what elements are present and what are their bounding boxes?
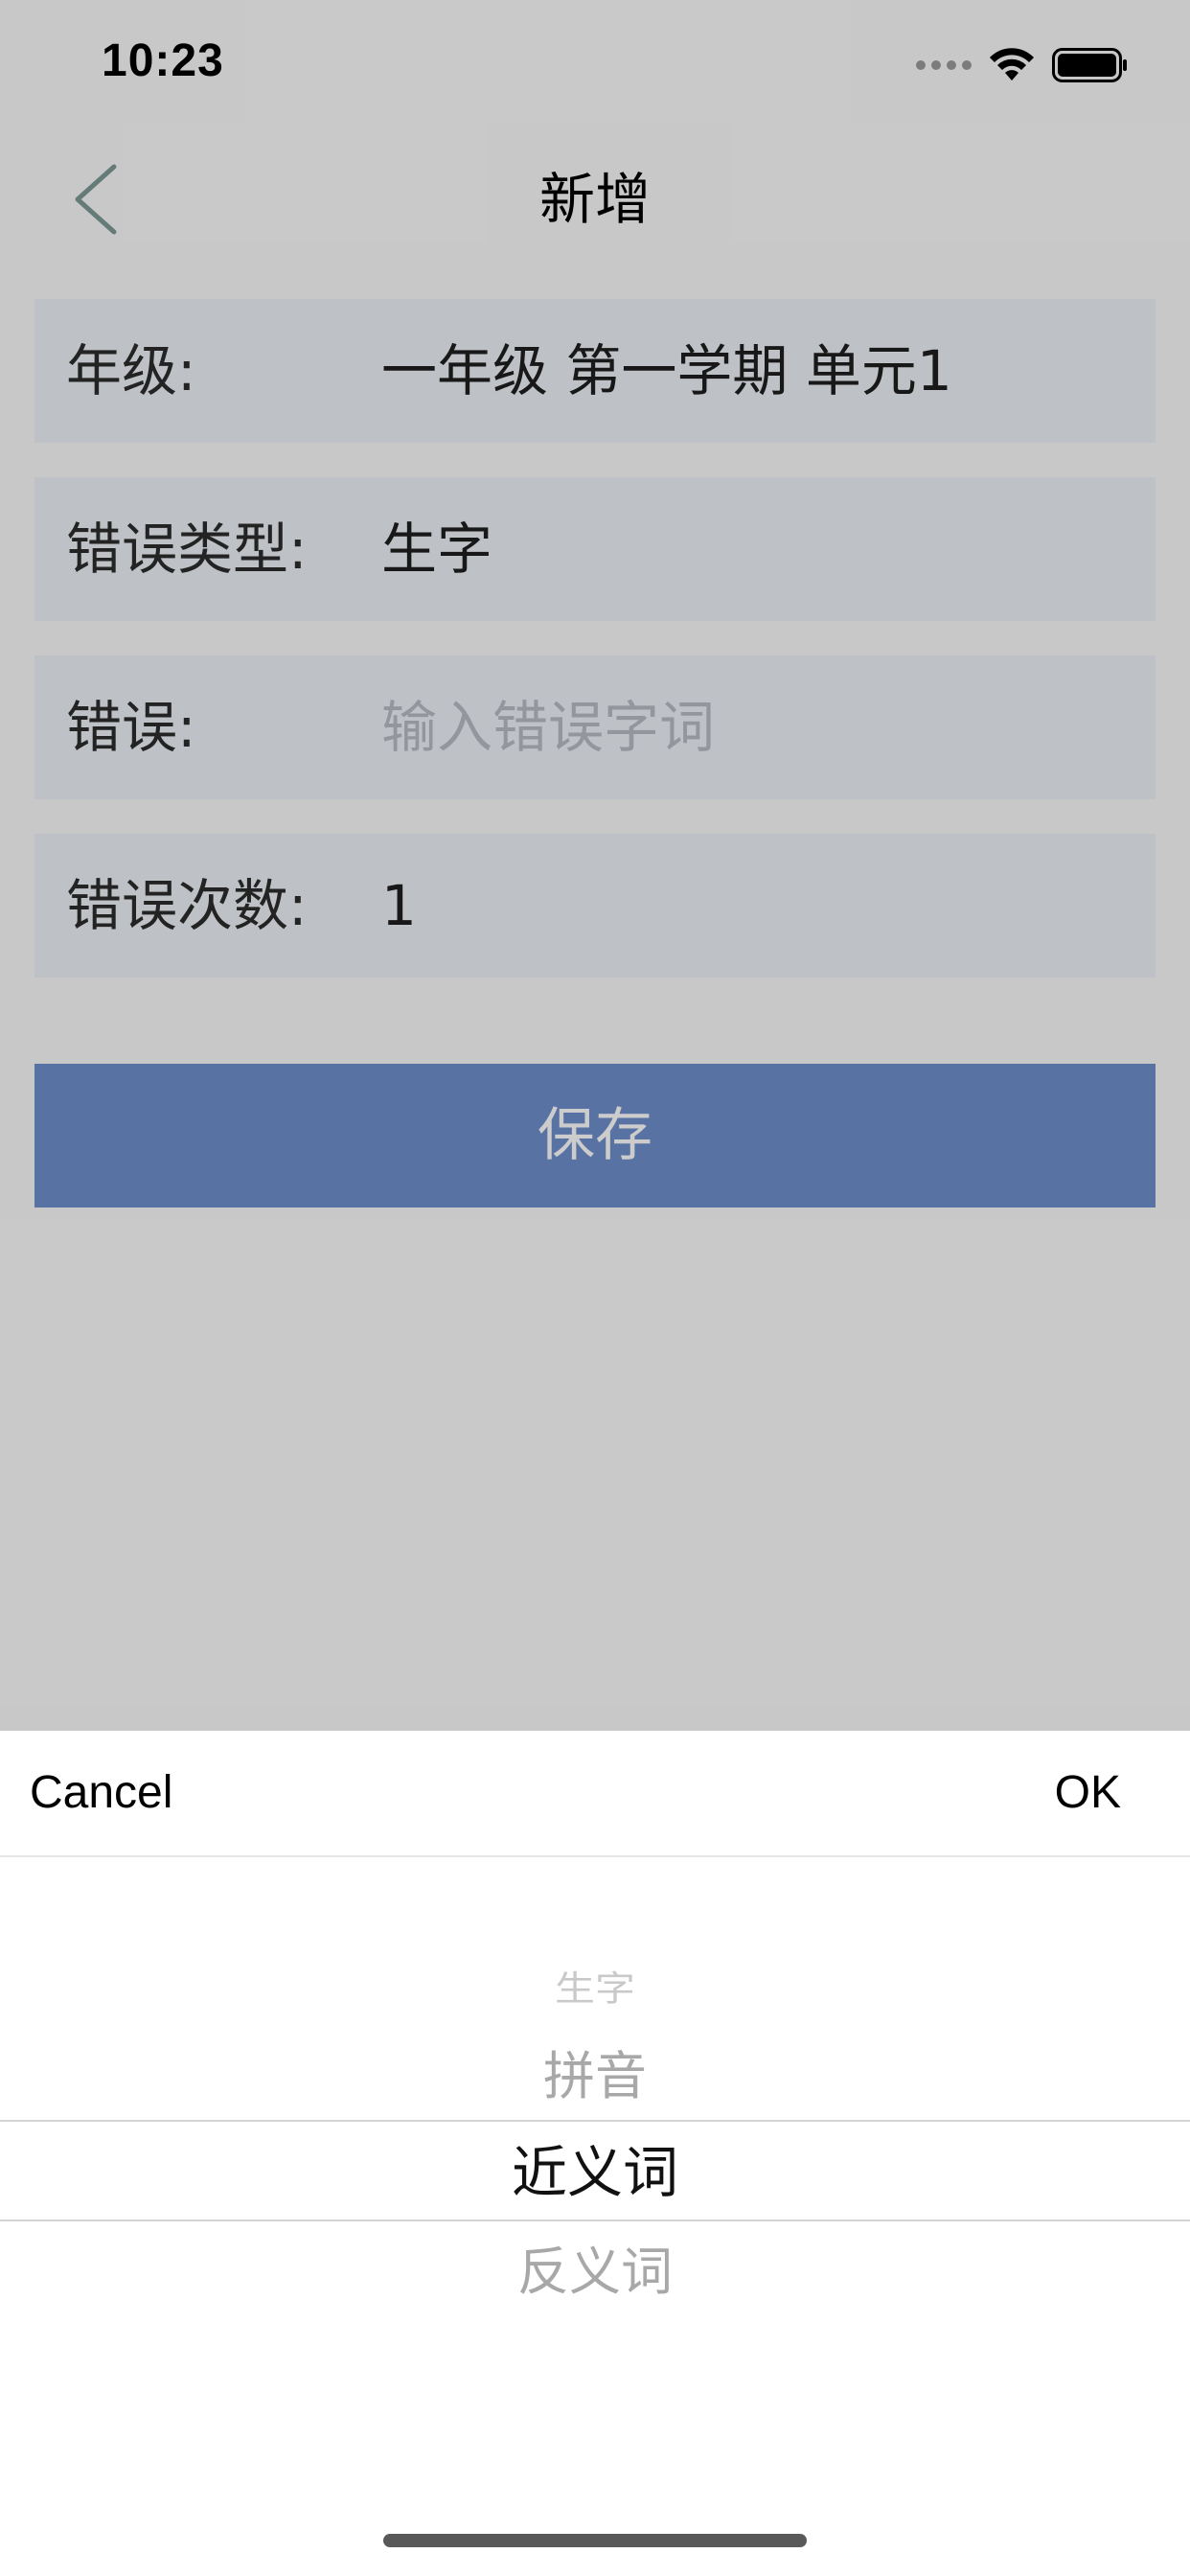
cancel-button[interactable]: Cancel bbox=[30, 1731, 172, 1855]
dim-overlay[interactable] bbox=[0, 0, 1190, 1731]
ok-button[interactable]: OK bbox=[1055, 1731, 1121, 1855]
picker-option-selected[interactable]: 近义词 bbox=[0, 2128, 1190, 2208]
picker-toolbar: Cancel OK bbox=[0, 1731, 1190, 1857]
picker-option[interactable]: 生字 bbox=[0, 1961, 1190, 2011]
picker-option[interactable]: 反义词 bbox=[0, 2229, 1190, 2305]
selection-bottom-divider bbox=[0, 2220, 1190, 2221]
error-type-picker-wheel[interactable]: 生字 拼音 近义词 反义词 bbox=[0, 1857, 1190, 2432]
picker-sheet: Cancel OK 生字 拼音 近义词 反义词 bbox=[0, 1731, 1190, 2576]
selection-top-divider bbox=[0, 2120, 1190, 2122]
home-indicator[interactable] bbox=[383, 2534, 807, 2547]
picker-option[interactable]: 拼音 bbox=[0, 2034, 1190, 2109]
screen: 10:23 新增 年级: 一年级 第一学期 单元1 错误类型: 生字 错误: 输… bbox=[0, 0, 1190, 2576]
